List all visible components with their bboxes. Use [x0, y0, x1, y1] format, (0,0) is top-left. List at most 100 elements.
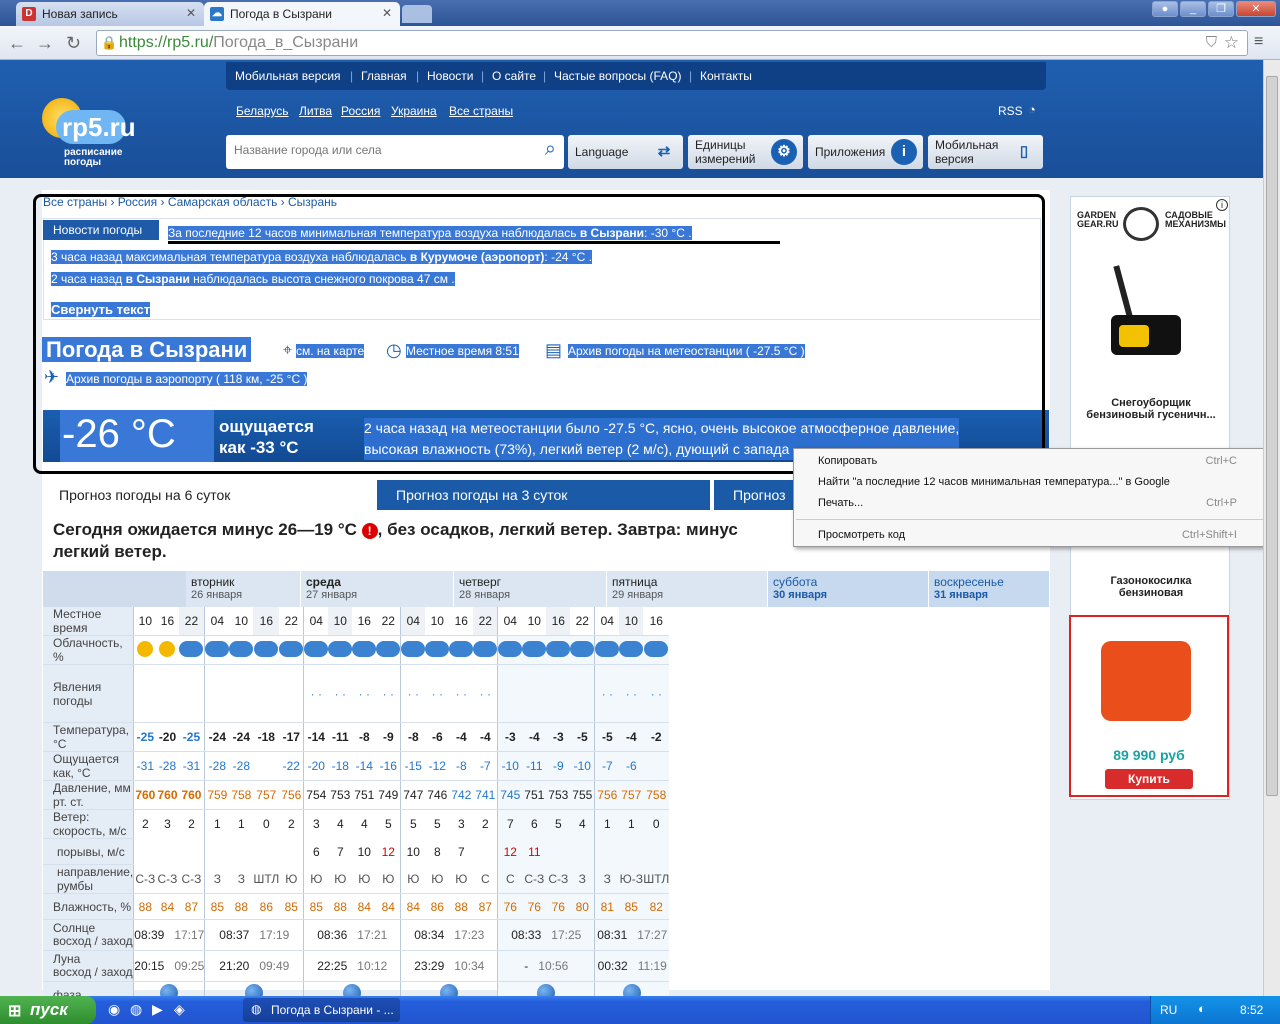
garden-gear-logo[interactable]: GARDEN GEAR.RU САДОВЫЕ МЕХАНИЗМЫ [1073, 205, 1227, 241]
quicklaunch-icon[interactable]: ◉ [108, 1001, 120, 1018]
day-header: суббота 30 января [768, 571, 928, 607]
menu-faq[interactable]: Частые вопросы (FAQ) [554, 69, 682, 83]
ad-buy-button[interactable]: Купить [1105, 769, 1193, 789]
temp-cell: -6 [425, 722, 450, 752]
chrome-icon: ◍ [251, 1002, 262, 1016]
temp-cell: -4 [619, 722, 644, 752]
cloud-cell [594, 635, 620, 665]
address-bar[interactable]: 🔒 https://rp5.ru/Погода_в_Сызрани ⛉ ☆ [96, 30, 1248, 56]
ad-item-2[interactable]: Газонокосилка бензиновая [1077, 575, 1225, 599]
language-button[interactable]: Language ⇄ [568, 135, 683, 169]
feels-cell: -20 [303, 751, 329, 781]
menu-icon[interactable]: ≡ [1254, 33, 1263, 51]
mobile-button[interactable]: Мобильная версия ▯ [928, 135, 1043, 169]
snowblower-image[interactable] [1101, 265, 1191, 365]
clock: 8:52 [1240, 1003, 1264, 1017]
windows-logo-icon: ⊞ [8, 1003, 22, 1020]
row-label: Явления погоды [43, 664, 134, 723]
info-icon[interactable]: i [1216, 199, 1228, 211]
row-label: Влажность, % [43, 893, 134, 920]
phenomena-cell [253, 664, 280, 723]
country-ukraine[interactable]: Украина [391, 104, 437, 118]
app-icon[interactable]: ◈ [174, 1001, 185, 1018]
tab-6-days[interactable]: Прогноз погоды на 6 суток [43, 480, 377, 510]
cloud-cell [352, 635, 377, 665]
media-icon[interactable]: ▶ [152, 1001, 163, 1018]
feels-cell: -28 [156, 751, 179, 781]
menu-mobile[interactable]: Мобильная версия [235, 69, 341, 83]
search-icon[interactable]: ⌕ [545, 138, 556, 161]
direction-cell: С [497, 864, 523, 894]
snow-icon: · · [310, 686, 322, 701]
country-belarus[interactable]: Беларусь [236, 104, 288, 118]
table-row: Давление, мм рт. ст. 760 760 760 759 758 757 75… [43, 780, 670, 810]
menu-news[interactable]: Новости [427, 69, 473, 83]
tab-new-post[interactable]: D Новая запись ✕ [16, 2, 204, 26]
cloud-cell [643, 635, 670, 665]
wind-cell: 5 [400, 809, 426, 839]
units-button[interactable]: Единицы измерений ⚙ [688, 135, 803, 169]
gusts-cell [133, 838, 157, 865]
site-logo[interactable]: rp5.ru расписание погоды [38, 94, 148, 174]
language-indicator[interactable]: RU [1160, 1003, 1177, 1017]
pressure-cell: 760 [178, 780, 205, 810]
rss-link[interactable]: RSS [998, 104, 1023, 118]
direction-cell: З [570, 864, 595, 894]
country-lithuania[interactable]: Литва [299, 104, 332, 118]
pressure-cell: 759 [204, 780, 230, 810]
tab-weather-syzran[interactable]: ☁ Погода в Сызрани ✕ [204, 2, 400, 26]
gusts-cell: 12 [381, 844, 395, 859]
row-label: Местное время [43, 607, 134, 636]
scrollbar-thumb[interactable] [1266, 76, 1278, 796]
table-row: Луна восход / заход 20:15 09:25 21:20 09:49… [43, 950, 670, 982]
tray-icon[interactable]: ◐ [1198, 1001, 1206, 1016]
red-snowblower-image [1101, 641, 1191, 721]
ctx-inspect[interactable]: Просмотреть код [818, 529, 905, 541]
vertical-scrollbar[interactable] [1263, 60, 1280, 996]
ctx-search-google[interactable]: Найти "а последние 12 часов минимальная … [818, 476, 1170, 488]
gusts-cell [546, 838, 571, 865]
user-icon[interactable]: ● [1152, 1, 1178, 17]
new-tab-button[interactable] [402, 5, 432, 23]
country-russia[interactable]: Россия [341, 104, 380, 118]
close-icon[interactable]: ✕ [382, 6, 392, 20]
tab-forecast[interactable]: Прогноз [714, 480, 794, 510]
cloud-icon [595, 640, 620, 657]
menu-contacts[interactable]: Контакты [700, 69, 752, 83]
country-all[interactable]: Все страны [449, 104, 513, 118]
moon-cell: 23:29 10:34 [400, 950, 498, 982]
ctx-print-shortcut: Ctrl+P [1206, 497, 1237, 509]
pressure-cell: 755 [570, 780, 595, 810]
ctx-print[interactable]: Печать... [818, 497, 863, 509]
taskbar-window-button[interactable]: ◍ Погода в Сызрани - ... [243, 998, 400, 1022]
star-icon[interactable]: ☆ [1224, 33, 1239, 53]
minimize-button[interactable]: _ [1180, 1, 1206, 17]
wind-cell: 1 [594, 809, 620, 839]
menu-about[interactable]: О сайте [492, 69, 536, 83]
shield-icon[interactable]: ⛉ [1206, 34, 1217, 51]
tab-3-days[interactable]: Прогноз погоды на 3 суток [377, 480, 710, 510]
city-search-input[interactable] [234, 143, 524, 157]
time-cell: 04 [497, 607, 523, 636]
gusts-cell: 12 [497, 838, 523, 865]
start-button[interactable]: ⊞ пуск [0, 996, 96, 1024]
ad-product-box[interactable]: 89 990 руб Купить [1069, 615, 1229, 797]
menu-home[interactable]: Главная [361, 69, 407, 83]
feels-cell: -31 [133, 751, 157, 781]
ad-item-1[interactable]: Снегоуборщик бензиновый гусеничн... [1077, 397, 1225, 421]
reload-icon[interactable]: ↻ [66, 33, 81, 54]
rss-icon[interactable]: ◔ [1028, 102, 1036, 117]
forward-icon[interactable]: → [36, 33, 54, 54]
chrome-icon[interactable]: ◍ [130, 1001, 142, 1018]
humidity-cell: 87 [178, 893, 205, 920]
close-icon[interactable]: ✕ [186, 6, 196, 20]
snow-icon: · · [407, 686, 419, 701]
close-window-button[interactable]: ✕ [1236, 1, 1276, 17]
warning-icon[interactable]: ! [361, 523, 378, 539]
ctx-copy[interactable]: Копировать [818, 455, 877, 467]
back-icon[interactable]: ← [8, 33, 26, 54]
cloud-cell [156, 635, 179, 665]
maximize-button[interactable]: ❐ [1208, 1, 1234, 17]
feels-cell: -9 [546, 751, 571, 781]
apps-button[interactable]: Приложения i [808, 135, 923, 169]
